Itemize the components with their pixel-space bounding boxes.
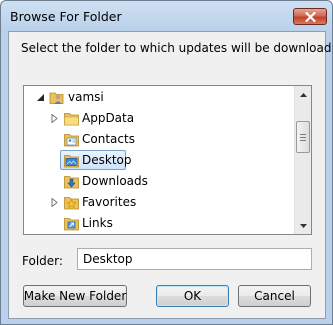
collapsed-triangle-icon[interactable]: [50, 114, 59, 123]
downloads-folder-icon: [64, 176, 79, 189]
title-bar[interactable]: Browse For Folder: [1, 1, 332, 31]
tree-item-links[interactable]: Links: [24, 213, 296, 234]
dialog-body: Select the folder to which updates will …: [8, 31, 332, 319]
vertical-scrollbar[interactable]: [294, 86, 311, 234]
contacts-folder-icon: [64, 134, 79, 147]
folder-name-input[interactable]: Desktop: [77, 248, 312, 270]
scroll-down-arrow-icon: [299, 223, 307, 228]
scroll-up-button[interactable]: [295, 86, 311, 103]
folder-tree[interactable]: vamsi AppData Contacts Desktop Downloads…: [23, 85, 312, 235]
links-folder-icon: [64, 218, 79, 231]
tree-item-vamsi[interactable]: vamsi: [24, 87, 296, 108]
expanded-triangle-icon[interactable]: [36, 93, 45, 102]
tree-item-favorites[interactable]: Favorites: [24, 192, 296, 213]
instruction-text: Select the folder to which updates will …: [21, 41, 333, 55]
tree-item-label: Contacts: [82, 132, 135, 146]
favorites-folder-icon: [64, 197, 79, 210]
tree-item-contacts[interactable]: Contacts: [24, 129, 296, 150]
tree-item-desktop[interactable]: Desktop: [24, 150, 296, 171]
tree-item-label: Links: [82, 216, 113, 230]
desktop-folder-icon: [64, 155, 79, 168]
window-title: Browse For Folder: [10, 9, 122, 24]
user-folder-icon: [49, 92, 64, 104]
close-button[interactable]: [293, 8, 327, 25]
make-new-folder-button[interactable]: Make New Folder: [23, 285, 127, 307]
scroll-down-button[interactable]: [295, 217, 311, 234]
tree-item-label: Favorites: [82, 195, 137, 209]
tree-item-appdata[interactable]: AppData: [24, 108, 296, 129]
collapsed-triangle-icon[interactable]: [50, 198, 59, 207]
folder-label: Folder:: [22, 254, 63, 268]
ok-button[interactable]: OK: [156, 285, 229, 307]
scroll-up-arrow-icon: [299, 92, 307, 97]
tree-item-label: vamsi: [68, 90, 104, 104]
tree-item-label: AppData: [82, 111, 135, 125]
tree-item-label: Downloads: [82, 174, 148, 188]
cancel-button[interactable]: Cancel: [238, 285, 311, 307]
folder-icon: [64, 113, 79, 126]
tree-item-downloads[interactable]: Downloads: [24, 171, 296, 192]
scrollbar-thumb[interactable]: [296, 121, 310, 153]
tree-item-label: Desktop: [82, 153, 132, 167]
close-icon: [304, 11, 316, 22]
browse-for-folder-dialog: Browse For Folder Select the folder to w…: [0, 0, 333, 325]
